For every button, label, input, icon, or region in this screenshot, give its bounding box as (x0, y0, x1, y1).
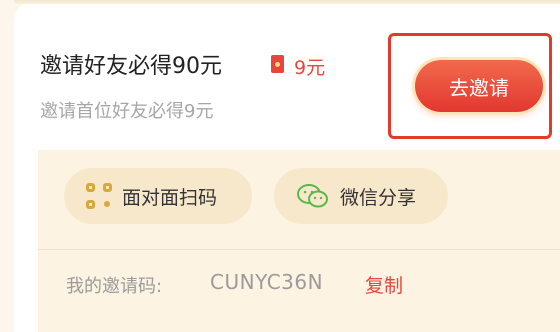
share-panel: 面对面扫码 微信分享 我的邀请码: CUNYC36N 复制 (38, 150, 560, 332)
reward-amount: 9元 (294, 57, 326, 79)
panel-divider (38, 249, 560, 250)
copy-code-link[interactable]: 复制 (365, 271, 403, 298)
invite-code-value: CUNYC36N (210, 270, 324, 294)
top-divider (14, 0, 560, 4)
qr-share-label: 面对面扫码 (122, 186, 218, 209)
highlight-box (388, 33, 552, 139)
red-packet-icon (271, 55, 284, 73)
wechat-share-label: 微信分享 (340, 186, 417, 209)
invite-subtitle: 邀请首位好友必得9元 (40, 101, 214, 122)
wechat-share-button[interactable]: 微信分享 (274, 168, 448, 224)
invite-title: 邀请好友必得90元 (40, 54, 222, 79)
qr-share-button[interactable]: 面对面扫码 (64, 168, 252, 224)
wechat-icon (297, 184, 328, 208)
invite-code-label: 我的邀请码: (66, 276, 163, 297)
qr-code-icon (86, 183, 112, 209)
